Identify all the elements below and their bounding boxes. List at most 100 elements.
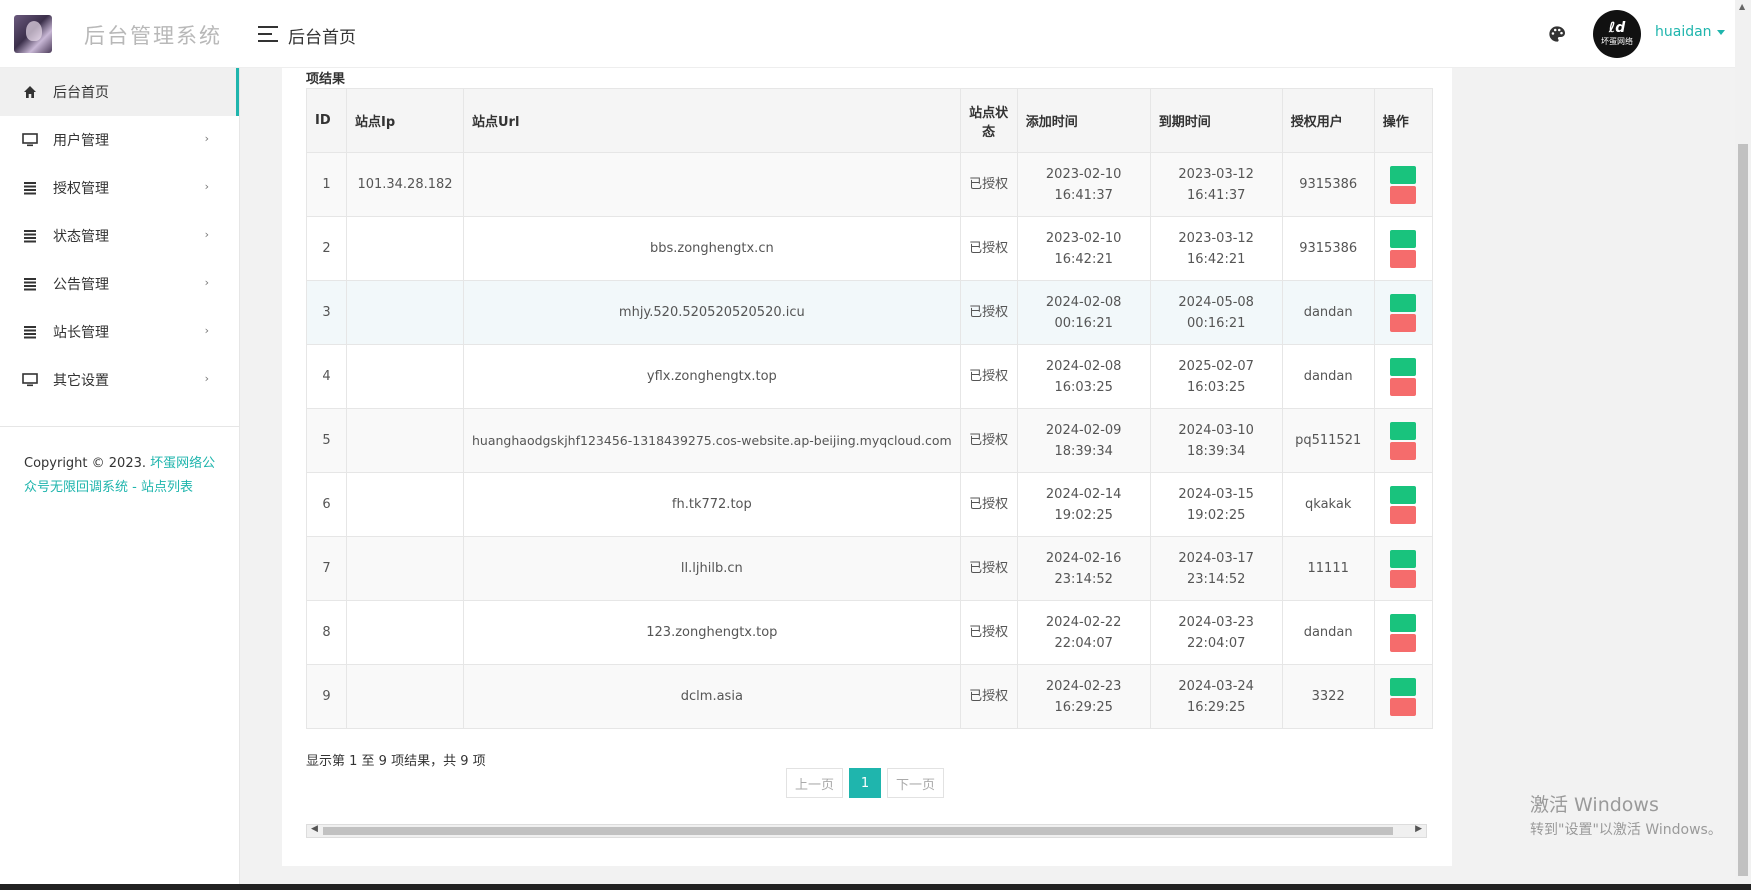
chevron-right-icon: › [204,132,209,145]
delete-button[interactable] [1390,505,1417,524]
caret-down-icon [1716,29,1725,35]
table-row: 9 dclm.asia 已授权 2024-02-23 16:29:25 2024… [306,664,1433,729]
cell-expires: 2024-05-08 00:16:21 [1149,280,1283,345]
delete-button[interactable] [1390,185,1417,204]
cell-user: pq511521 [1281,408,1375,473]
edit-button[interactable] [1390,677,1417,696]
cell-ip [346,472,464,537]
column-header[interactable]: 站点Url [463,88,961,153]
cell-actions [1373,536,1433,601]
column-header[interactable]: 添加时间 [1016,88,1151,153]
edit-button[interactable] [1390,485,1417,504]
table-info: 显示第 1 至 9 项结果，共 9 项 [306,754,486,769]
cell-id: 5 [306,408,347,473]
chevron-right-icon: › [204,228,209,241]
scrollbar-thumb[interactable] [1738,144,1748,876]
cell-expires: 2024-03-15 19:02:25 [1149,472,1283,537]
sidebar-item-license[interactable]: 授权管理 › [0,164,239,212]
cell-url: huanghaodgskjhf123456-1318439275.cos-web… [463,408,961,473]
cell-url: bbs.zonghengtx.cn [463,216,961,281]
page-title: 后台首页 [288,28,356,48]
chevron-right-icon: › [204,372,209,385]
taskbar-edge [0,884,1751,890]
cell-url: dclm.asia [463,664,961,729]
cell-ip [346,536,464,601]
page-button-current[interactable]: 1 [849,768,882,798]
sidebar-item-label: 其它设置 [53,373,109,389]
delete-button[interactable] [1390,377,1417,396]
scroll-right-icon[interactable]: ▶ [1415,824,1422,834]
scroll-left-icon[interactable]: ◀ [311,824,318,834]
cell-added: 2023-02-10 16:42:21 [1016,216,1151,281]
sites-table: ID 站点Ip 站点Url 站点状态 添加时间 到期时间 授权用户 操作 1 1… [306,88,1433,729]
delete-button[interactable] [1390,313,1417,332]
scroll-up-icon[interactable]: ▲ [1739,2,1745,11]
cell-user: 9315386 [1281,152,1375,217]
top-header: 后台管理系统 后台首页 ℓd 坏蛋网络 huaidan [0,0,1735,68]
table-row: 1 101.34.28.182 已授权 2023-02-10 16:41:37 … [306,152,1433,217]
edit-button[interactable] [1390,613,1417,632]
cell-expires: 2023-03-12 16:42:21 [1149,216,1283,281]
column-header[interactable]: 到期时间 [1149,88,1283,153]
sidebar: 后台首页 用户管理 › 授权管理 › 状态管理 › 公告管理 › 站长管理 › [0,68,240,890]
edit-button[interactable] [1390,549,1417,568]
chevron-right-icon: › [204,324,209,337]
column-header[interactable]: 站点Ip [346,88,464,153]
horizontal-scrollbar[interactable]: ◀ ▶ [306,824,1427,838]
username-label: huaidan [1655,24,1712,40]
sidebar-item-label: 用户管理 [53,133,109,149]
edit-button[interactable] [1390,357,1417,376]
table-row: 3 mhjy.520.520520520520.icu 已授权 2024-02-… [306,280,1433,345]
user-menu[interactable]: huaidan [1655,24,1725,40]
sidebar-item-status[interactable]: 状态管理 › [0,212,239,260]
cell-expires: 2024-03-23 22:04:07 [1149,600,1283,665]
sidebar-item-home[interactable]: 后台首页 [0,68,239,116]
cell-expires: 2024-03-10 18:39:34 [1149,408,1283,473]
cell-url: fh.tk772.top [463,472,961,537]
column-header[interactable]: 站点状态 [959,88,1018,153]
cell-expires: 2024-03-24 16:29:25 [1149,664,1283,729]
delete-button[interactable] [1390,249,1417,268]
cell-id: 9 [306,664,347,729]
sidebar-item-announcement[interactable]: 公告管理 › [0,260,239,308]
sidebar-item-users[interactable]: 用户管理 › [0,116,239,164]
cell-actions [1373,280,1433,345]
cell-status: 已授权 [959,152,1018,217]
logo-area[interactable]: 后台管理系统 [0,0,240,68]
next-page-button[interactable]: 下一页 [887,768,945,798]
edit-button[interactable] [1390,229,1417,248]
delete-button[interactable] [1390,569,1417,588]
delete-button[interactable] [1390,633,1417,652]
cell-user: dandan [1281,344,1375,409]
home-icon [22,84,38,100]
scrollbar-thumb[interactable] [323,827,1393,835]
edit-button[interactable] [1390,421,1417,440]
palette-icon[interactable] [1548,25,1566,43]
edit-button[interactable] [1390,165,1417,184]
sidebar-item-label: 站长管理 [53,325,109,341]
prev-page-button[interactable]: 上一页 [786,768,844,798]
vertical-scrollbar[interactable]: ▲ [1735,0,1751,890]
edit-button[interactable] [1390,293,1417,312]
cell-added: 2024-02-23 16:29:25 [1016,664,1151,729]
section-title: 项结果 [306,72,346,87]
delete-button[interactable] [1390,441,1417,460]
avatar-logo-icon: ℓd [1608,20,1626,36]
cell-id: 7 [306,536,347,601]
delete-button[interactable] [1390,697,1417,716]
watermark-subtitle: 转到"设置"以激活 Windows。 [1530,822,1722,838]
column-header: 操作 [1373,88,1433,153]
cell-id: 6 [306,472,347,537]
sidebar-item-settings[interactable]: 其它设置 › [0,356,239,404]
avatar[interactable]: ℓd 坏蛋网络 [1593,10,1641,58]
cell-actions [1373,344,1433,409]
cell-user: 11111 [1281,536,1375,601]
column-header[interactable]: 授权用户 [1281,88,1375,153]
watermark-title: 激活 Windows [1530,794,1659,816]
cell-id: 1 [306,152,347,217]
sidebar-item-webmaster[interactable]: 站长管理 › [0,308,239,356]
cell-added: 2023-02-10 16:41:37 [1016,152,1151,217]
menu-toggle-icon[interactable] [258,26,278,42]
column-header[interactable]: ID [306,88,347,153]
sidebar-item-label: 授权管理 [53,181,109,197]
